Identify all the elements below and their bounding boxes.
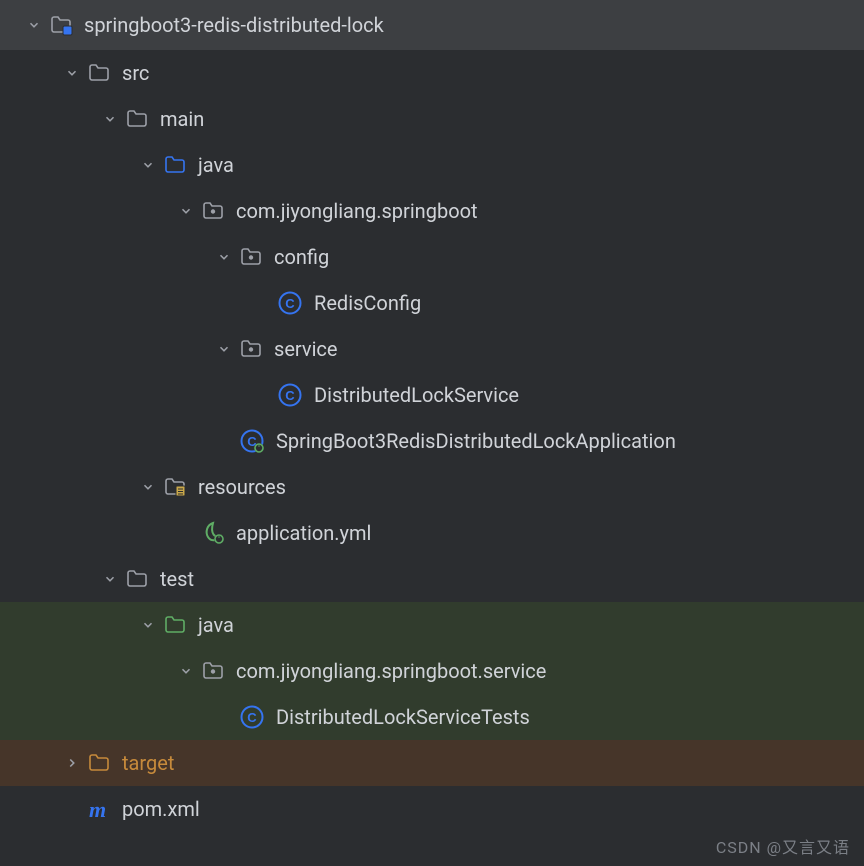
tree-row[interactable]: C RedisConfig [0,280,864,326]
tree-row[interactable]: com.jiyongliang.springboot.service [0,648,864,694]
tree-row[interactable]: src [0,50,864,96]
chevron-down-icon[interactable] [210,250,238,264]
chevron-down-icon[interactable] [134,158,162,172]
chevron-down-icon[interactable] [134,480,162,494]
tree-label: config [274,234,329,280]
tree-label: resources [198,464,286,510]
tree-label: com.jiyongliang.springboot.service [236,648,546,694]
svg-text:C: C [247,710,257,725]
tree-label: DistributedLockService [314,372,519,418]
tree-row-root[interactable]: springboot3-redis-distributed-lock [0,0,864,50]
chevron-right-icon[interactable] [58,756,86,770]
package-icon [200,658,226,684]
tree-label: service [274,326,338,372]
tree-label: DistributedLockServiceTests [276,694,530,740]
tree-label: test [160,556,194,602]
chevron-down-icon[interactable] [96,112,124,126]
package-icon [200,198,226,224]
class-icon: C [238,703,266,731]
tree-label: main [160,96,204,142]
tree-row[interactable]: C SpringBoot3RedisDistributedLockApplicat… [0,418,864,464]
tree-row[interactable]: C DistributedLockServiceTests [0,694,864,740]
svg-text:C: C [285,388,295,403]
tree-row[interactable]: m pom.xml [0,786,864,832]
tree-row[interactable]: resources [0,464,864,510]
class-icon: C [276,289,304,317]
chevron-down-icon[interactable] [134,618,162,632]
tree-label: pom.xml [122,786,200,832]
tree-row[interactable]: main [0,96,864,142]
class-icon: C [276,381,304,409]
tree-label: SpringBoot3RedisDistributedLockApplicati… [276,418,676,464]
package-icon [238,244,264,270]
chevron-down-icon[interactable] [210,342,238,356]
tree-label: springboot3-redis-distributed-lock [84,2,384,48]
tree-label: RedisConfig [314,280,421,326]
folder-resources-icon [162,474,188,500]
tree-row[interactable]: com.jiyongliang.springboot [0,188,864,234]
module-folder-icon [48,12,74,38]
tree-label: com.jiyongliang.springboot [236,188,478,234]
maven-icon: m [86,796,112,822]
package-icon [238,336,264,362]
tree-label: java [198,602,234,648]
folder-icon [124,566,150,592]
svg-text:m: m [89,797,106,822]
tree-row[interactable]: java [0,142,864,188]
folder-test-icon [162,612,188,638]
tree-label: java [198,142,234,188]
folder-icon [124,106,150,132]
folder-icon [86,60,112,86]
watermark: CSDN @又言又语 [716,834,850,858]
tree-label: src [122,50,149,96]
tree-row[interactable]: service [0,326,864,372]
chevron-down-icon[interactable] [172,204,200,218]
tree-row[interactable]: target [0,740,864,786]
class-runnable-icon: C [238,427,266,455]
project-tree: springboot3-redis-distributed-lock srcma… [0,0,864,832]
spring-config-icon [200,520,226,546]
chevron-down-icon[interactable] [96,572,124,586]
tree-row[interactable]: application.yml [0,510,864,556]
chevron-down-icon[interactable] [172,664,200,678]
folder-source-icon [162,152,188,178]
svg-text:C: C [285,296,295,311]
tree-label: target [122,740,174,786]
chevron-down-icon[interactable] [20,18,48,32]
tree-row[interactable]: test [0,556,864,602]
folder-orange-icon [86,750,112,776]
chevron-down-icon[interactable] [58,66,86,80]
tree-row[interactable]: config [0,234,864,280]
tree-row[interactable]: java [0,602,864,648]
tree-label: application.yml [236,510,371,556]
tree-row[interactable]: C DistributedLockService [0,372,864,418]
